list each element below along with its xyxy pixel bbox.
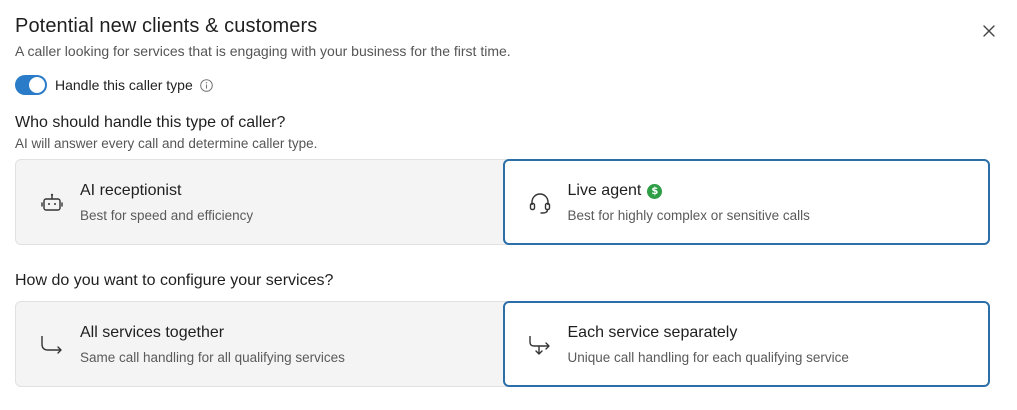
dialog-title: Potential new clients & customers <box>15 15 318 37</box>
split-arrow-icon <box>527 332 553 358</box>
option-title: AI receptionist <box>80 182 182 199</box>
close-button[interactable] <box>979 21 999 41</box>
dialog-subtitle: A caller looking for services that is en… <box>15 43 511 59</box>
info-icon[interactable] <box>199 78 213 92</box>
option-description: Best for highly complex or sensitive cal… <box>567 208 810 223</box>
services-section-heading: How do you want to configure your servic… <box>15 272 334 289</box>
option-each-service-separately[interactable]: Each service separately Unique call hand… <box>502 301 990 387</box>
option-description: Same call handling for all qualifying se… <box>80 350 345 365</box>
toggle-knob <box>29 77 45 93</box>
toggle-label: Handle this caller type <box>55 77 193 93</box>
robot-icon <box>39 190 65 216</box>
option-title: All services together <box>80 324 225 341</box>
handle-caller-toggle[interactable] <box>15 75 47 95</box>
services-option-group: All services together Same call handling… <box>15 301 990 387</box>
option-description: Best for speed and efficiency <box>80 208 254 223</box>
option-title: Each service separately <box>567 324 738 341</box>
handler-section-heading: Who should handle this type of caller? <box>15 114 286 131</box>
handle-caller-toggle-row: Handle this caller type <box>15 75 213 95</box>
option-live-agent[interactable]: Live agent $ Best for highly complex or … <box>502 159 990 245</box>
close-icon <box>983 25 995 37</box>
headset-icon <box>527 190 553 216</box>
option-all-services-together[interactable]: All services together Same call handling… <box>16 302 504 386</box>
option-ai-receptionist[interactable]: AI receptionist Best for speed and effic… <box>16 160 504 244</box>
option-title: Live agent $ <box>568 182 663 200</box>
paid-badge: $ <box>647 183 663 199</box>
merge-arrow-icon <box>39 332 65 358</box>
handler-option-group: AI receptionist Best for speed and effic… <box>15 159 990 245</box>
option-description: Unique call handling for each qualifying… <box>567 350 849 365</box>
handler-section-subheading: AI will answer every call and determine … <box>15 136 318 151</box>
